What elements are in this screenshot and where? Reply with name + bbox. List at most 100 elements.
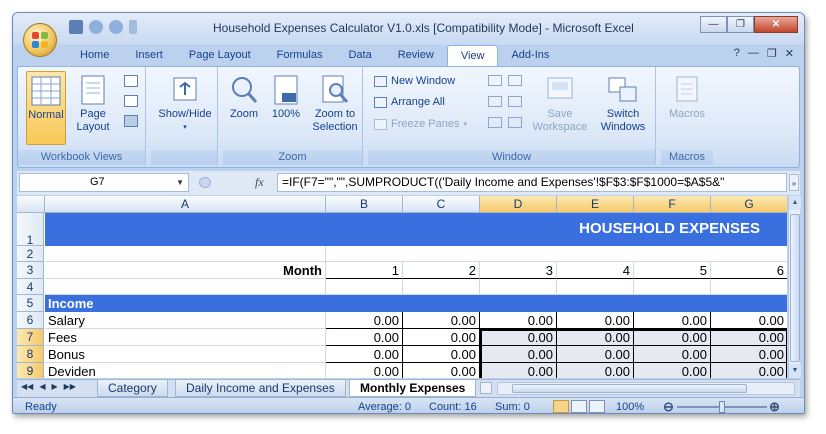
select-all-corner[interactable] bbox=[17, 196, 45, 213]
zoom-to-selection-button[interactable]: Zoom to Selection bbox=[309, 75, 361, 134]
normal-view-status-button[interactable] bbox=[553, 400, 569, 413]
value-cell[interactable]: 0.00 bbox=[326, 346, 403, 363]
split-icon[interactable] bbox=[488, 75, 502, 86]
switch-windows-button[interactable]: Switch Windows bbox=[593, 75, 653, 134]
ribbon-minimize-icon[interactable]: — bbox=[748, 47, 759, 60]
row-header[interactable]: 6 bbox=[17, 312, 44, 329]
zoom-slider[interactable]: ⊖ ⊕ bbox=[663, 399, 781, 413]
zoom-knob[interactable] bbox=[719, 401, 725, 413]
income-label[interactable]: Income bbox=[48, 295, 94, 312]
value-cell[interactable]: 0.00 bbox=[480, 329, 557, 346]
sheet-tab-daily-income-and-expenses[interactable]: Daily Income and Expenses bbox=[175, 380, 346, 397]
cell-b4[interactable] bbox=[326, 279, 403, 295]
column-header-c[interactable]: C bbox=[403, 196, 480, 213]
custom-views-icon[interactable] bbox=[124, 95, 138, 107]
view-side-by-side-icon[interactable] bbox=[508, 75, 522, 86]
value-cell[interactable]: 0.00 bbox=[711, 363, 787, 378]
cell-d4[interactable] bbox=[480, 279, 557, 295]
column-header-e[interactable]: E bbox=[557, 196, 634, 213]
normal-view-button[interactable]: Normal bbox=[26, 71, 66, 145]
value-cell[interactable]: 0.00 bbox=[634, 312, 711, 329]
cell-a4[interactable] bbox=[45, 279, 326, 295]
column-header-g[interactable]: G bbox=[711, 196, 787, 213]
zoom-button[interactable]: Zoom bbox=[225, 75, 263, 121]
value-cell[interactable]: 0.00 bbox=[557, 363, 634, 378]
cell-c4[interactable] bbox=[403, 279, 480, 295]
macros-button[interactable]: Macros bbox=[663, 75, 711, 121]
month-cell[interactable]: 5 bbox=[634, 262, 711, 279]
value-cell[interactable]: 0.00 bbox=[557, 312, 634, 329]
value-cell[interactable]: 0.00 bbox=[480, 312, 557, 329]
row-header[interactable]: 3 bbox=[17, 262, 44, 279]
value-cell[interactable]: 0.00 bbox=[634, 346, 711, 363]
row-header[interactable]: 4 bbox=[17, 279, 44, 295]
name-box[interactable]: G7 ▼ bbox=[19, 173, 189, 192]
value-cell[interactable]: 0.00 bbox=[634, 363, 711, 378]
value-cell[interactable]: 0.00 bbox=[403, 329, 480, 346]
sheet-tab-monthly-expenses[interactable]: Monthly Expenses bbox=[349, 380, 477, 397]
month-cell[interactable]: 2 bbox=[403, 262, 480, 279]
freeze-panes-button[interactable]: Freeze Panes ▾ bbox=[374, 118, 467, 130]
column-header-a[interactable]: A bbox=[45, 196, 326, 213]
spreadsheet-grid[interactable]: A B C D E F G 1 2 3 4 5 6 7 8 9 HOUSEHOL… bbox=[17, 196, 787, 378]
value-cell[interactable]: 0.00 bbox=[403, 346, 480, 363]
value-cell[interactable]: 0.00 bbox=[711, 329, 787, 346]
tab-home[interactable]: Home bbox=[67, 45, 122, 66]
horizontal-scrollbar[interactable] bbox=[497, 382, 795, 395]
help-icon[interactable]: ? bbox=[734, 47, 740, 60]
ribbon-restore-icon[interactable]: ❐ bbox=[767, 47, 777, 60]
scroll-up-icon[interactable]: ▲ bbox=[789, 196, 801, 210]
item-label[interactable]: Salary bbox=[45, 312, 326, 329]
minimize-button[interactable]: — bbox=[700, 16, 727, 33]
month-cell[interactable]: 1 bbox=[326, 262, 403, 279]
value-cell[interactable]: 0.00 bbox=[326, 312, 403, 329]
sheet-tab-category[interactable]: Category bbox=[97, 380, 168, 397]
insert-function-button[interactable]: fx bbox=[255, 175, 264, 190]
first-sheet-icon[interactable]: ◀◀ bbox=[21, 382, 33, 391]
cell-a2[interactable] bbox=[45, 246, 326, 262]
value-cell[interactable]: 0.00 bbox=[403, 312, 480, 329]
month-cell[interactable]: 6 bbox=[711, 262, 787, 279]
undo-icon[interactable] bbox=[89, 20, 103, 34]
item-label[interactable]: Fees bbox=[45, 329, 326, 346]
prev-sheet-icon[interactable]: ◀ bbox=[39, 382, 45, 391]
tab-data[interactable]: Data bbox=[335, 45, 384, 66]
column-header-d[interactable]: D bbox=[480, 196, 557, 213]
full-screen-icon[interactable] bbox=[124, 115, 138, 127]
item-label[interactable]: Deviden bbox=[45, 363, 326, 378]
reset-window-position-icon[interactable] bbox=[508, 117, 522, 128]
insert-sheet-icon[interactable] bbox=[480, 382, 492, 394]
tab-page-layout[interactable]: Page Layout bbox=[176, 45, 264, 66]
value-cell[interactable]: 0.00 bbox=[557, 329, 634, 346]
value-cell[interactable]: 0.00 bbox=[480, 363, 557, 378]
redo-icon[interactable] bbox=[109, 20, 123, 34]
month-label[interactable]: Month bbox=[45, 262, 326, 279]
office-button[interactable] bbox=[23, 23, 57, 57]
new-window-button[interactable]: New Window bbox=[374, 75, 455, 87]
month-cell[interactable]: 4 bbox=[557, 262, 634, 279]
cell-f4[interactable] bbox=[634, 279, 711, 295]
tab-review[interactable]: Review bbox=[385, 45, 447, 66]
formula-bar-handle-icon[interactable] bbox=[199, 177, 211, 188]
item-label[interactable]: Bonus bbox=[45, 346, 326, 363]
ribbon-close-icon[interactable]: ✕ bbox=[785, 47, 794, 60]
zoom-in-icon[interactable]: ⊕ bbox=[769, 399, 780, 413]
cell-g4[interactable] bbox=[711, 279, 787, 295]
last-sheet-icon[interactable]: ▶▶ bbox=[64, 382, 76, 391]
value-cell[interactable]: 0.00 bbox=[480, 346, 557, 363]
value-cell[interactable]: 0.00 bbox=[634, 329, 711, 346]
scroll-down-icon[interactable]: ▼ bbox=[789, 364, 801, 378]
vertical-scrollbar[interactable]: ▲ ▼ bbox=[788, 196, 801, 378]
tab-formulas[interactable]: Formulas bbox=[264, 45, 336, 66]
customize-icon[interactable] bbox=[129, 20, 137, 34]
value-cell[interactable]: 0.00 bbox=[557, 346, 634, 363]
value-cell[interactable]: 0.00 bbox=[711, 312, 787, 329]
expand-formula-bar-icon[interactable]: » bbox=[789, 174, 799, 191]
synchronous-scrolling-icon[interactable] bbox=[508, 96, 522, 107]
vertical-scroll-thumb[interactable] bbox=[790, 214, 800, 362]
save-workspace-button[interactable]: Save Workspace bbox=[530, 75, 590, 134]
page-break-status-button[interactable] bbox=[589, 400, 605, 413]
cell-e4[interactable] bbox=[557, 279, 634, 295]
tab-insert[interactable]: Insert bbox=[122, 45, 176, 66]
formula-input[interactable]: =IF(F7="","",SUMPRODUCT(('Daily Income a… bbox=[277, 173, 787, 192]
